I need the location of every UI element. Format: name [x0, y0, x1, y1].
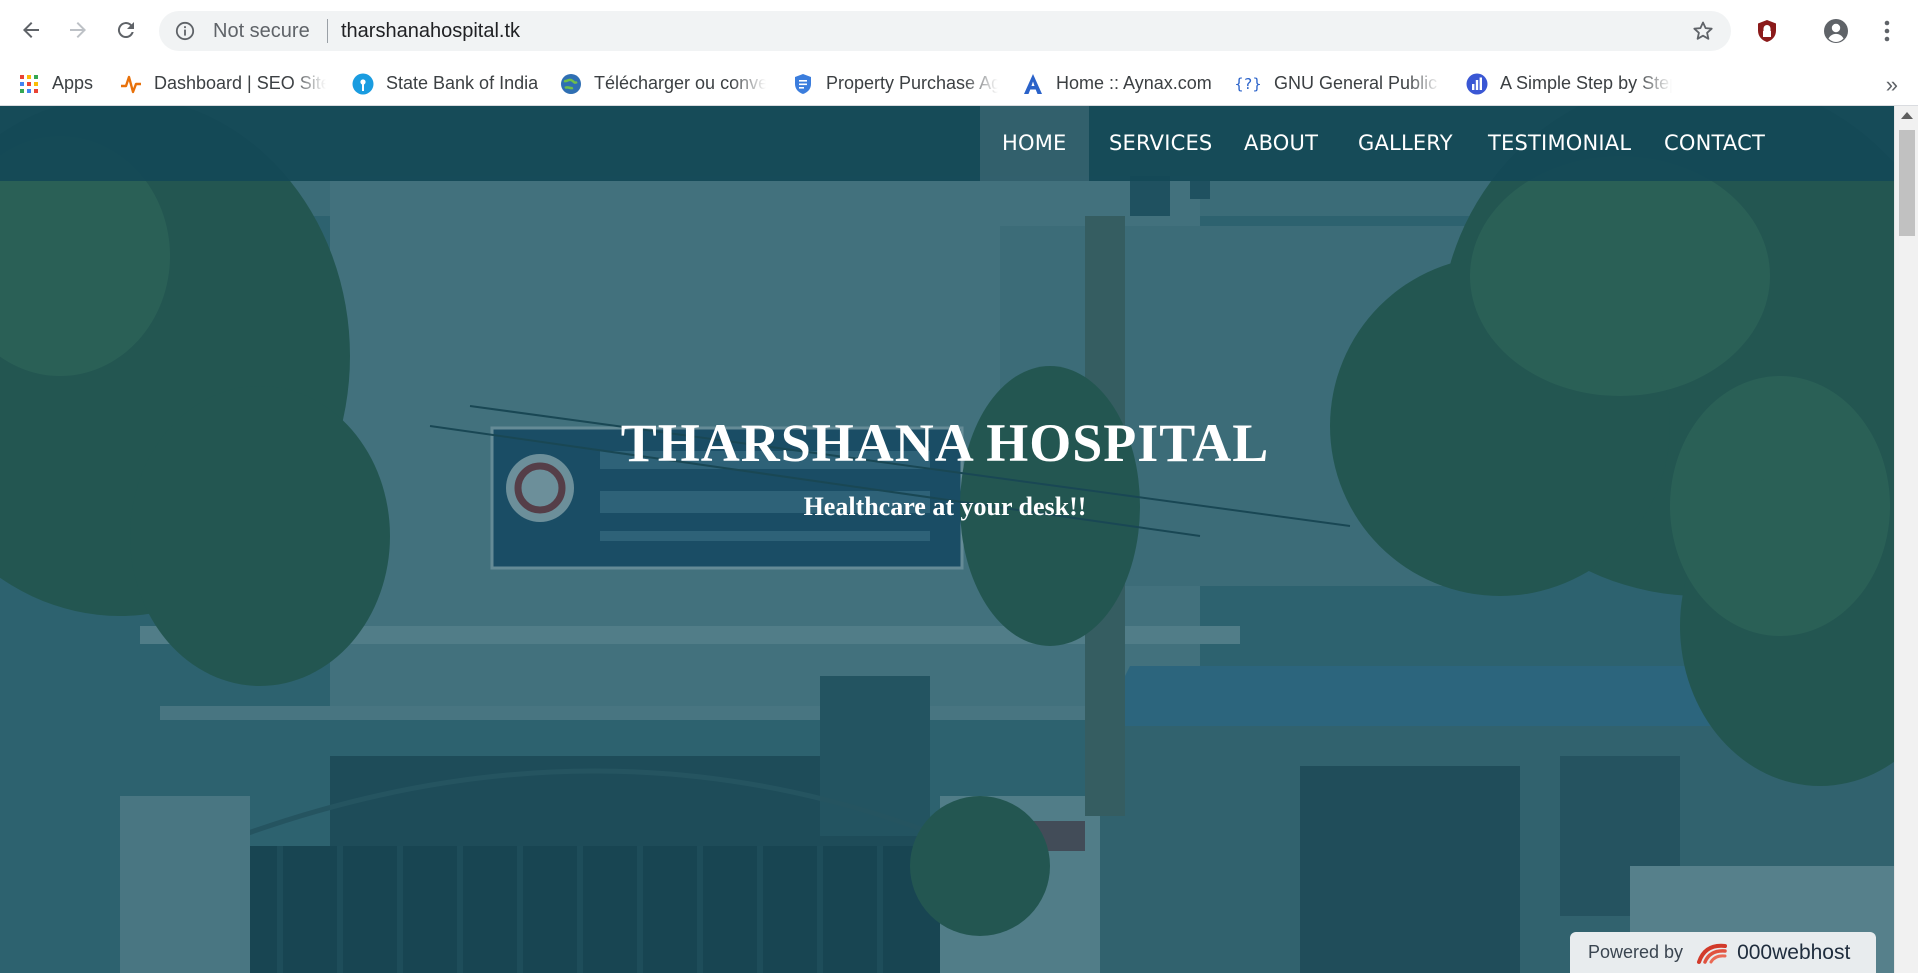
reload-icon: [117, 22, 134, 39]
sbi-icon: [352, 73, 374, 95]
nav-home[interactable]: HOME: [980, 106, 1089, 181]
nav-about[interactable]: ABOUT: [1222, 106, 1340, 181]
webhost-logo-icon: [1697, 943, 1728, 964]
shield-doc-icon: [792, 73, 814, 95]
scrollbar-thumb[interactable]: [1899, 130, 1915, 236]
forward-arrow-icon: [70, 22, 86, 38]
bookmark-property-purchase[interactable]: Property Purchase Ag: [792, 62, 998, 105]
bar-chart-icon: [1466, 73, 1488, 95]
forward-button[interactable]: [59, 11, 97, 49]
bookmark-dashboard-seo[interactable]: Dashboard | SEO Site: [120, 62, 326, 105]
globe-icon: [560, 73, 582, 95]
page-viewport: HOME SERVICES ABOUT GALLERY TESTIMONIAL …: [0, 106, 1894, 973]
hero-subtitle: Healthcare at your desk!!: [803, 492, 1087, 521]
nav-services[interactable]: SERVICES: [1087, 106, 1234, 181]
braces-icon: {?}: [1234, 74, 1262, 93]
bookmark-telecharger[interactable]: Télécharger ou conve: [560, 62, 766, 105]
powered-by-label: Powered by: [1588, 942, 1684, 962]
more-bookmarks-chevron-icon[interactable]: »: [1886, 72, 1898, 98]
nav-testimonial[interactable]: TESTIMONIAL: [1466, 106, 1653, 181]
kebab-menu-icon[interactable]: [1874, 18, 1900, 44]
page-scrollbar[interactable]: [1894, 106, 1918, 973]
back-arrow-icon: [23, 22, 39, 38]
apps-grid-icon: [18, 73, 40, 95]
browser-toolbar: Not secure tharshanahospital.tk: [0, 0, 1918, 62]
info-icon[interactable]: [175, 21, 195, 41]
bookmarks-bar: Apps Dashboard | SEO Site State Bank of …: [0, 62, 1918, 106]
nav-gallery[interactable]: GALLERY: [1336, 106, 1475, 181]
nav-contact[interactable]: CONTACT: [1642, 106, 1787, 181]
bookmark-aynax[interactable]: Home :: Aynax.com: [1022, 62, 1212, 105]
scroll-up-arrow-icon[interactable]: [1901, 112, 1913, 119]
hero-title: THARSHANA HOSPITAL: [620, 413, 1270, 473]
pulse-icon: [120, 73, 142, 95]
omnibox-separator: [327, 19, 328, 43]
url-text[interactable]: tharshanahospital.tk: [341, 19, 520, 43]
address-bar[interactable]: Not secure tharshanahospital.tk: [159, 11, 1731, 51]
shield-extension-icon[interactable]: [1754, 18, 1780, 44]
profile-avatar-icon[interactable]: [1823, 18, 1849, 44]
bookmark-star-icon[interactable]: [1691, 19, 1715, 43]
security-status[interactable]: Not secure: [213, 19, 310, 43]
powered-by-badge[interactable]: Powered by 000webhost: [1570, 932, 1876, 973]
bookmark-gnu-gpl[interactable]: {?} GNU General Public L: [1234, 62, 1440, 105]
back-button[interactable]: [12, 11, 50, 49]
bookmark-apps[interactable]: Apps: [18, 62, 100, 105]
site-navbar: HOME SERVICES ABOUT GALLERY TESTIMONIAL …: [0, 106, 1894, 181]
reload-button[interactable]: [107, 11, 145, 49]
powered-by-brand: 000webhost: [1737, 940, 1851, 964]
bookmark-simple-step[interactable]: A Simple Step by Step: [1466, 62, 1672, 105]
hero-overlay: [0, 106, 1894, 973]
letter-a-icon: [1022, 73, 1044, 95]
bookmark-state-bank[interactable]: State Bank of India: [352, 62, 538, 105]
